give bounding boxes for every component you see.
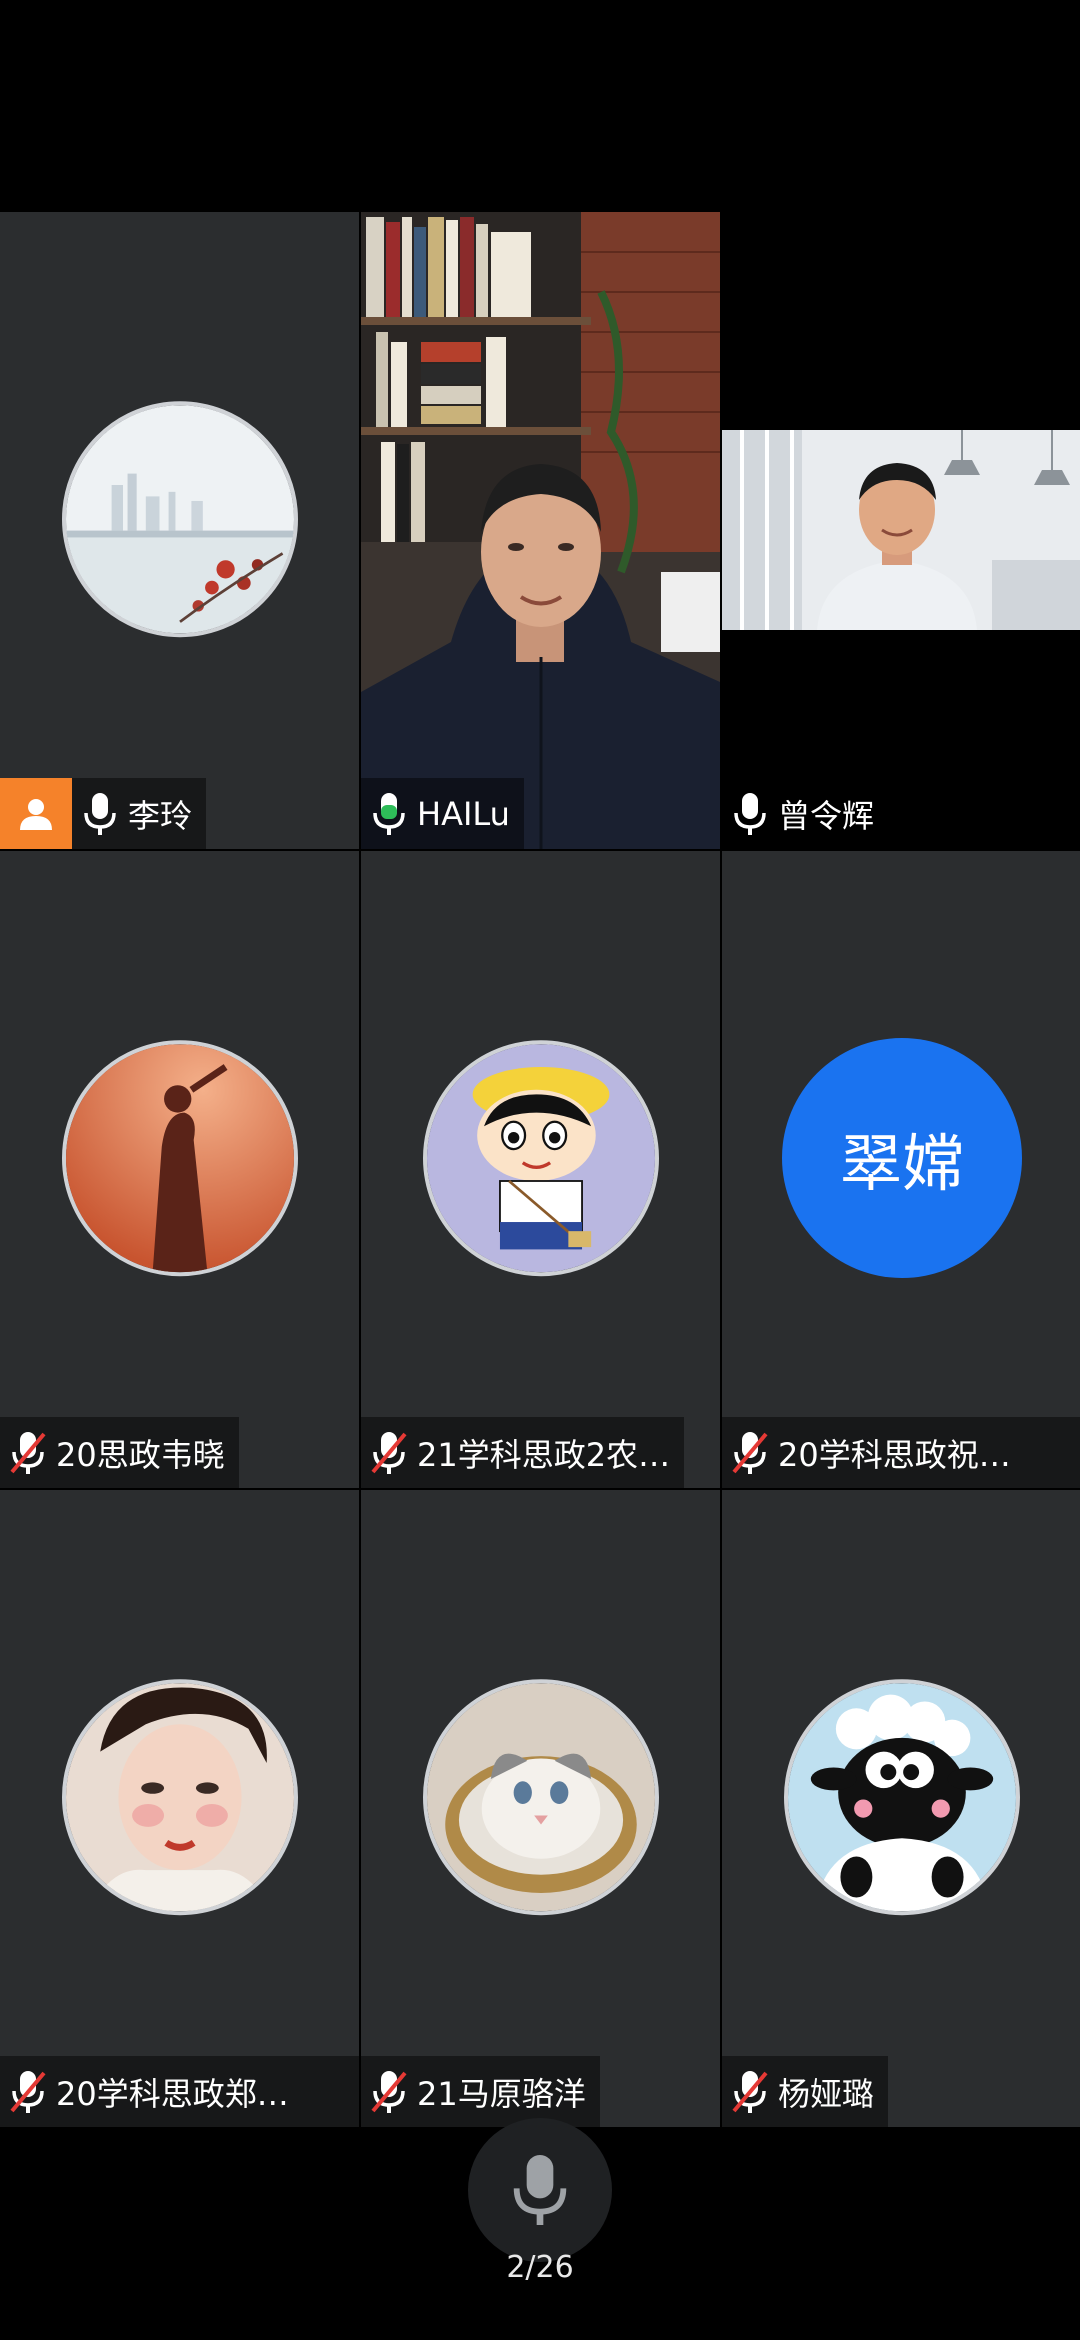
participant-name: 21马原骆洋 [417,2074,586,2113]
participant-tile-5[interactable]: 21学科思政2农… [361,851,720,1488]
participant-tile-1[interactable]: 李玲 [0,212,359,849]
participant-name: 李玲 [128,796,193,835]
participant-tile-8[interactable]: 21马原骆洋 [361,1490,720,2127]
participant-tile-7[interactable]: 20学科思政郑… [0,1490,359,2127]
avatar-initials-text: 翠嫦 [839,1126,964,1200]
participant-name: 曾令辉 [778,796,875,835]
person-icon [20,798,52,830]
avatar-opera-woman [61,1678,298,1915]
avatar-cartoon-boy [422,1039,659,1276]
participant-label: 李玲 [72,778,207,849]
participant-label: 20学科思政祝… [722,1417,1080,1488]
participant-label: 曾令辉 [722,778,889,849]
microphone-muted-icon [732,2070,768,2113]
microphone-icon [734,792,766,835]
participant-name: 杨娅璐 [778,2074,875,2113]
participant-name: 20学科思政祝… [778,1435,1011,1474]
microphone-active-icon [373,792,405,835]
participant-label: HAILu [361,778,524,849]
participant-name: 20学科思政郑… [56,2074,289,2113]
microphone-muted-icon [371,1431,407,1474]
participant-label: 21学科思政2农… [361,1417,685,1488]
avatar-cartoon-sheep [784,1678,1020,1915]
video-feed [722,430,1080,630]
participant-name: 21学科思政2农… [417,1435,671,1474]
microphone-muted-icon [732,1431,768,1474]
video-grid: 李玲 HAILu 曾令辉 20思政韦晓 21学科思政2农… 翠嫦 20学科思政祝… [0,212,1080,2127]
participant-tile-9[interactable]: 杨娅璐 [722,1490,1080,2127]
avatar-initials: 翠嫦 [782,1037,1022,1278]
microphone-icon [513,2155,567,2225]
microphone-muted-icon [10,2070,46,2113]
microphone-muted-icon [371,2070,407,2113]
video-feed [361,212,720,849]
participant-label: 20思政韦晓 [0,1417,239,1488]
participant-tile-3[interactable]: 曾令辉 [722,212,1080,849]
avatar-silhouette-sunset [61,1039,298,1276]
participant-tile-6[interactable]: 翠嫦 20学科思政祝… [722,851,1080,1488]
participant-name: HAILu [417,794,510,833]
participant-label: 21马原骆洋 [361,2056,600,2127]
avatar-city-skyline [61,400,298,637]
microphone-muted-icon [10,1431,46,1474]
mute-toggle-button[interactable] [468,2118,612,2262]
participant-label: 杨娅璐 [722,2056,889,2127]
host-badge [0,778,72,849]
participant-name: 20思政韦晓 [56,1435,225,1474]
avatar-cat [422,1678,659,1915]
participant-tile-4[interactable]: 20思政韦晓 [0,851,359,1488]
participant-label: 20学科思政郑… [0,2056,359,2127]
participant-tile-2[interactable]: HAILu [361,212,720,849]
microphone-icon [84,792,116,835]
page-indicator: 2/26 [506,2250,574,2285]
